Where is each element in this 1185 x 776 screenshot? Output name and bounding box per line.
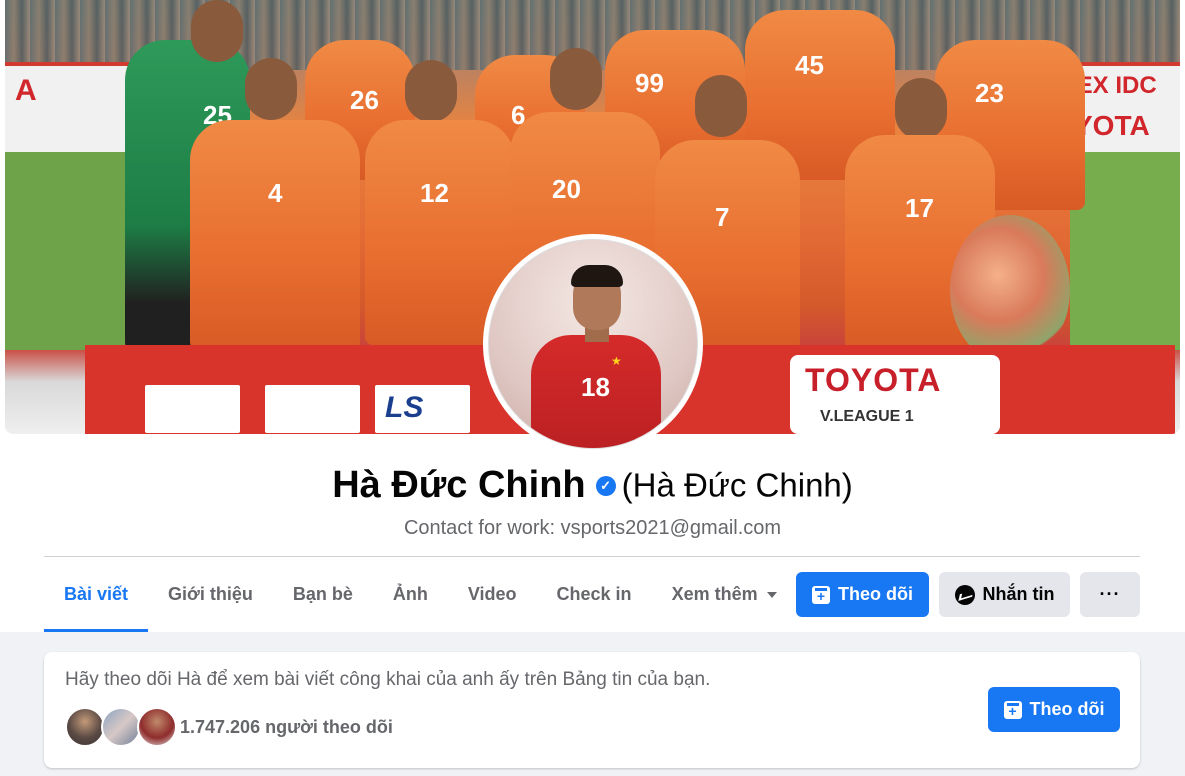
jersey-number: 12 — [420, 178, 449, 208]
follow-card: Hãy theo dõi Hà để xem bài viết công kha… — [44, 652, 1140, 768]
follow-icon — [1003, 700, 1022, 719]
jersey-number: 99 — [635, 68, 664, 98]
flower-bouquet — [950, 215, 1070, 365]
follow-card-button[interactable]: Theo dõi — [988, 687, 1120, 732]
tab-friends[interactable]: Bạn bè — [273, 557, 373, 632]
messenger-icon — [954, 584, 975, 605]
jersey-number: 23 — [975, 78, 1004, 108]
profile-alternate-name: (Hà Đức Chinh) — [621, 466, 853, 504]
player-figure: 4 — [190, 120, 360, 350]
sponsor-logo — [145, 385, 240, 433]
jersey-number: 20 — [552, 174, 581, 204]
sponsor-logo: LS — [375, 385, 470, 433]
more-options-button[interactable]: ··· — [1080, 572, 1140, 617]
follow-icon — [812, 585, 830, 604]
player-head — [550, 48, 602, 110]
profile-page: A IEX IDC YOTA 25 26 6 99 45 23 4 12 20 … — [0, 0, 1185, 776]
profile-bio: Contact for work: vsports2021@gmail.com — [403, 517, 782, 539]
jersey-number: 45 — [795, 50, 824, 80]
follower-avatars — [65, 707, 185, 747]
ad-board-left: A — [5, 62, 135, 152]
more-options-icon: ··· — [1099, 584, 1121, 604]
profile-tabs: Bài viết Giới thiệu Bạn bè Ảnh Video Che… — [44, 557, 797, 632]
tab-posts[interactable]: Bài viết — [44, 557, 149, 632]
cover-grass-left — [5, 150, 125, 350]
jersey-number: 7 — [715, 202, 730, 232]
follow-button-label: Theo dõi — [838, 584, 913, 604]
message-button-label: Nhắn tin — [982, 584, 1055, 604]
player-head — [405, 60, 457, 122]
follower-count[interactable]: 1.747.206 người theo dõi — [180, 717, 393, 738]
profile-name: Hà Đức Chinh — [332, 464, 586, 506]
verified-badge-icon[interactable]: ✓ — [595, 475, 616, 496]
vleague-text: V.LEAGUE 1 — [820, 408, 914, 425]
tab-videos[interactable]: Video — [448, 557, 537, 632]
jersey-number: 17 — [905, 193, 934, 223]
cover-grass-right — [1070, 150, 1180, 350]
tab-about[interactable]: Giới thiệu — [148, 557, 273, 632]
tab-more-label: Xem thêm — [671, 584, 758, 604]
avatar-hair — [571, 265, 623, 287]
player-head — [695, 75, 747, 137]
star-icon: ★ — [611, 354, 622, 368]
follow-button[interactable]: Theo dõi — [796, 572, 929, 617]
player-head — [245, 58, 297, 120]
ad-board-right-text-2: YOTA — [1074, 110, 1150, 141]
profile-name-row: Hà Đức Chinh ✓ (Hà Đức Chinh) — [0, 464, 1185, 507]
tab-photos[interactable]: Ảnh — [373, 557, 448, 632]
sponsor-ls-text: LS — [385, 391, 424, 424]
sponsor-logo — [265, 385, 360, 433]
jersey-number: 4 — [268, 178, 283, 208]
tab-more[interactable]: Xem thêm — [652, 557, 797, 632]
toyota-text: TOYOTA — [805, 362, 942, 398]
jersey-number: 26 — [350, 85, 379, 115]
avatar-jersey-number: 18 — [581, 372, 610, 402]
profile-avatar[interactable]: 18 ★ — [488, 239, 698, 449]
follow-card-text: Hãy theo dõi Hà để xem bài viết công kha… — [65, 669, 711, 690]
follower-avatar[interactable] — [65, 707, 105, 747]
follow-card-button-label: Theo dõi — [1029, 699, 1105, 719]
player-head — [191, 0, 243, 62]
message-button[interactable]: Nhắn tin — [939, 572, 1070, 617]
follower-avatar[interactable] — [137, 707, 177, 747]
follower-avatar[interactable] — [101, 707, 141, 747]
caret-down-icon — [766, 591, 777, 598]
ad-board-left-text: A — [15, 74, 37, 107]
player-head — [895, 78, 947, 140]
tab-check-ins[interactable]: Check in — [537, 557, 652, 632]
